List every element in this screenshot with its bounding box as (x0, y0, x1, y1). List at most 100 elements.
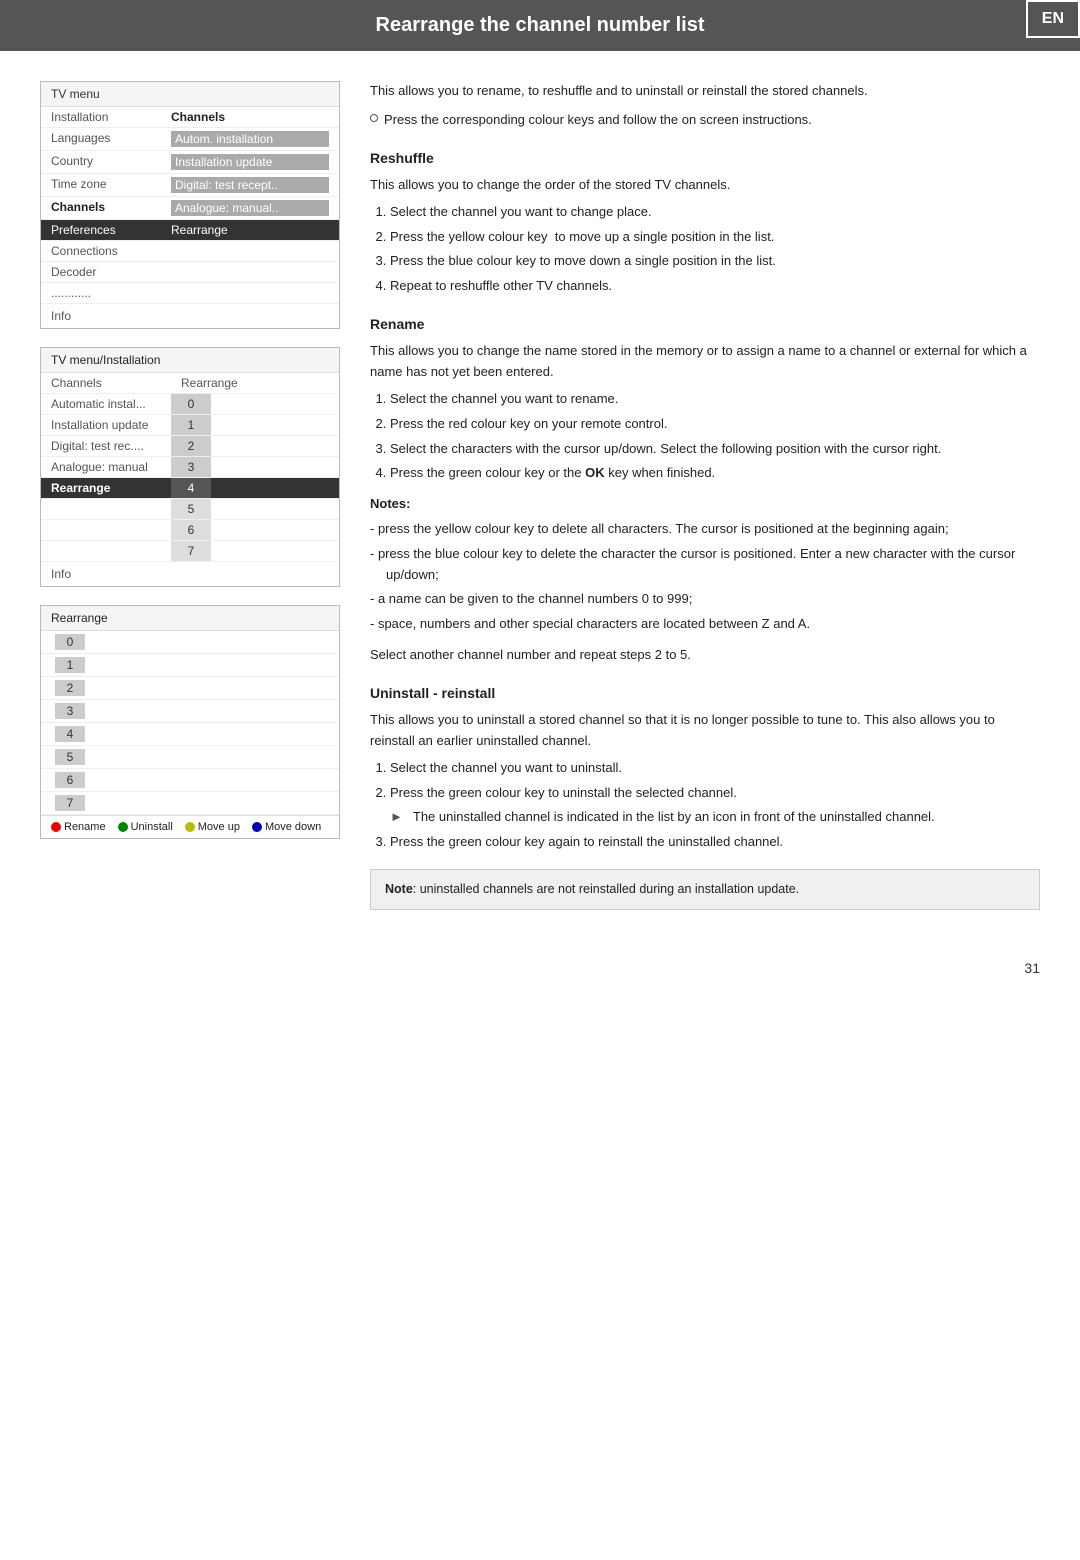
uninstall-intro: This allows you to uninstall a stored ch… (370, 710, 1040, 752)
inst-row-6: 6 (41, 520, 339, 541)
inst-row-2: Digital: test rec.... 2 (41, 436, 339, 457)
menu-left-dots: ............ (51, 286, 171, 300)
uninstall-step-1: Select the channel you want to uninstall… (390, 758, 1040, 779)
dot-yellow (185, 822, 195, 832)
reshuffle-step-1: Select the channel you want to change pl… (390, 202, 1040, 223)
bullet-text-1: Press the corresponding colour keys and … (384, 110, 812, 131)
menu-left-installation: Installation (51, 110, 171, 124)
inst-label-autom: Automatic instal... (41, 394, 171, 414)
rename-steps: Select the channel you want to rename. P… (390, 389, 1040, 484)
menu-right-dots (171, 286, 329, 300)
uninstall-heading: Uninstall - reinstall (370, 682, 1040, 704)
reshuffle-step-4: Repeat to reshuffle other TV channels. (390, 276, 1040, 297)
legend-uninstall-label: Uninstall (131, 821, 173, 833)
rearrange-row-1: 1 (41, 654, 339, 677)
rearrange-row-5: 5 (41, 746, 339, 769)
menu-row-country: Country Installation update (41, 151, 339, 174)
installation-menu-info: Info (41, 562, 339, 586)
rearrange-row-2: 2 (41, 677, 339, 700)
menu-left-decoder: Decoder (51, 265, 171, 279)
rearrange-row-0: 0 (41, 631, 339, 654)
menu-right-connections (171, 244, 329, 258)
inst-val-1: 1 (171, 415, 211, 435)
rearrange-row-7: 7 (41, 792, 339, 815)
uninstall-steps: Select the channel you want to uninstall… (390, 758, 1040, 853)
legend-moveup: Move up (185, 821, 240, 833)
uninstall-subbullet-text: The uninstalled channel is indicated in … (413, 807, 935, 828)
inst-val-2: 2 (171, 436, 211, 456)
menu-right-channels: Channels (171, 110, 329, 124)
menu-left-channels: Channels (51, 200, 171, 216)
menu-left-country: Country (51, 154, 171, 170)
installation-menu-title-text: TV menu/Installation (51, 353, 160, 367)
inst-label-digital: Digital: test rec.... (41, 436, 171, 456)
page-title: Rearrange the channel number list (376, 14, 705, 36)
uninstall-note-callout: Note: uninstalled channels are not reins… (370, 869, 1040, 910)
rearrange-row-3: 3 (41, 700, 339, 723)
installation-menu-box: TV menu/Installation Channels Rearrange … (40, 347, 340, 587)
uninstall-step-3: Press the green colour key again to rein… (390, 832, 1040, 853)
inst-val-6: 6 (171, 520, 211, 540)
page-header: Rearrange the channel number list EN (0, 0, 1080, 51)
bullet-intro: Press the corresponding colour keys and … (370, 110, 1040, 131)
rearrange-row-6: 6 (41, 769, 339, 792)
page-number: 31 (0, 950, 1080, 986)
legend-bar: Rename Uninstall Move up Move down (41, 815, 339, 838)
bullet-circle-1 (370, 114, 378, 122)
inst-row-7: 7 (41, 541, 339, 562)
tv-menu-info: Info (41, 304, 339, 328)
inst-label-instupdate: Installation update (41, 415, 171, 435)
inst-row-1: Installation update 1 (41, 415, 339, 436)
inst-row-0: Automatic instal... 0 (41, 394, 339, 415)
rename-step-2: Press the red colour key on your remote … (390, 414, 1040, 435)
legend-rename: Rename (51, 821, 106, 833)
dot-blue (252, 822, 262, 832)
inst-val-3: 3 (171, 457, 211, 477)
rearrange-num-0: 0 (55, 634, 85, 650)
menu-row-connections: Connections (41, 241, 339, 262)
menu-right-autom: Autom. installation (171, 131, 329, 147)
uninstall-subbullet: ► The uninstalled channel is indicated i… (390, 807, 1040, 828)
menu-left-languages: Languages (51, 131, 171, 147)
inst-label-empty6 (41, 520, 171, 540)
legend-movedown-label: Move down (265, 821, 321, 833)
reshuffle-step-3: Press the blue colour key to move down a… (390, 251, 1040, 272)
rearrange-num-1: 1 (55, 657, 85, 673)
inst-label-empty7 (41, 541, 171, 561)
reshuffle-step-2: Press the yellow colour key to move up a… (390, 227, 1040, 248)
notes-title: Notes: (370, 494, 1040, 515)
inst-val-0: 0 (171, 394, 211, 414)
legend-moveup-label: Move up (198, 821, 240, 833)
intro-text: This allows you to rename, to reshuffle … (370, 81, 1040, 102)
rearrange-num-4: 4 (55, 726, 85, 742)
rearrange-simple-box: Rearrange 0 1 2 3 4 5 6 7 (40, 605, 340, 839)
tv-menu-title: TV menu (41, 82, 339, 107)
rearrange-simple-title: Rearrange (41, 606, 339, 631)
right-column: This allows you to rename, to reshuffle … (370, 81, 1040, 910)
menu-row-languages: Languages Autom. installation (41, 128, 339, 151)
menu-row-dots: ............ (41, 283, 339, 304)
dot-green (118, 822, 128, 832)
inst-rearrange-label: Rearrange (171, 373, 248, 393)
left-column: TV menu Installation Channels Languages … (40, 81, 340, 910)
legend-movedown: Move down (252, 821, 321, 833)
inst-header-row: Channels Rearrange (41, 373, 339, 394)
menu-right-rearrange: Rearrange (171, 223, 329, 237)
notes-list: - press the yellow colour key to delete … (370, 519, 1040, 635)
menu-left-preferences: Preferences (51, 223, 171, 237)
legend-uninstall: Uninstall (118, 821, 173, 833)
uninstall-step-2: Press the green colour key to uninstall … (390, 783, 1040, 829)
menu-right-digital: Digital: test recept.. (171, 177, 329, 193)
inst-row-5: 5 (41, 499, 339, 520)
menu-row-preferences: Preferences Rearrange (41, 220, 339, 241)
menu-row-decoder: Decoder (41, 262, 339, 283)
inst-val-4: 4 (171, 478, 211, 498)
menu-left-connections: Connections (51, 244, 171, 258)
inst-label-rearrange: Rearrange (41, 478, 171, 498)
rearrange-num-2: 2 (55, 680, 85, 696)
note-4: - space, numbers and other special chara… (370, 614, 1040, 635)
menu-right-analogue: Analogue: manual.. (171, 200, 329, 216)
inst-channels-label: Channels (41, 373, 171, 393)
rearrange-num-7: 7 (55, 795, 85, 811)
tv-menu-box: TV menu Installation Channels Languages … (40, 81, 340, 329)
